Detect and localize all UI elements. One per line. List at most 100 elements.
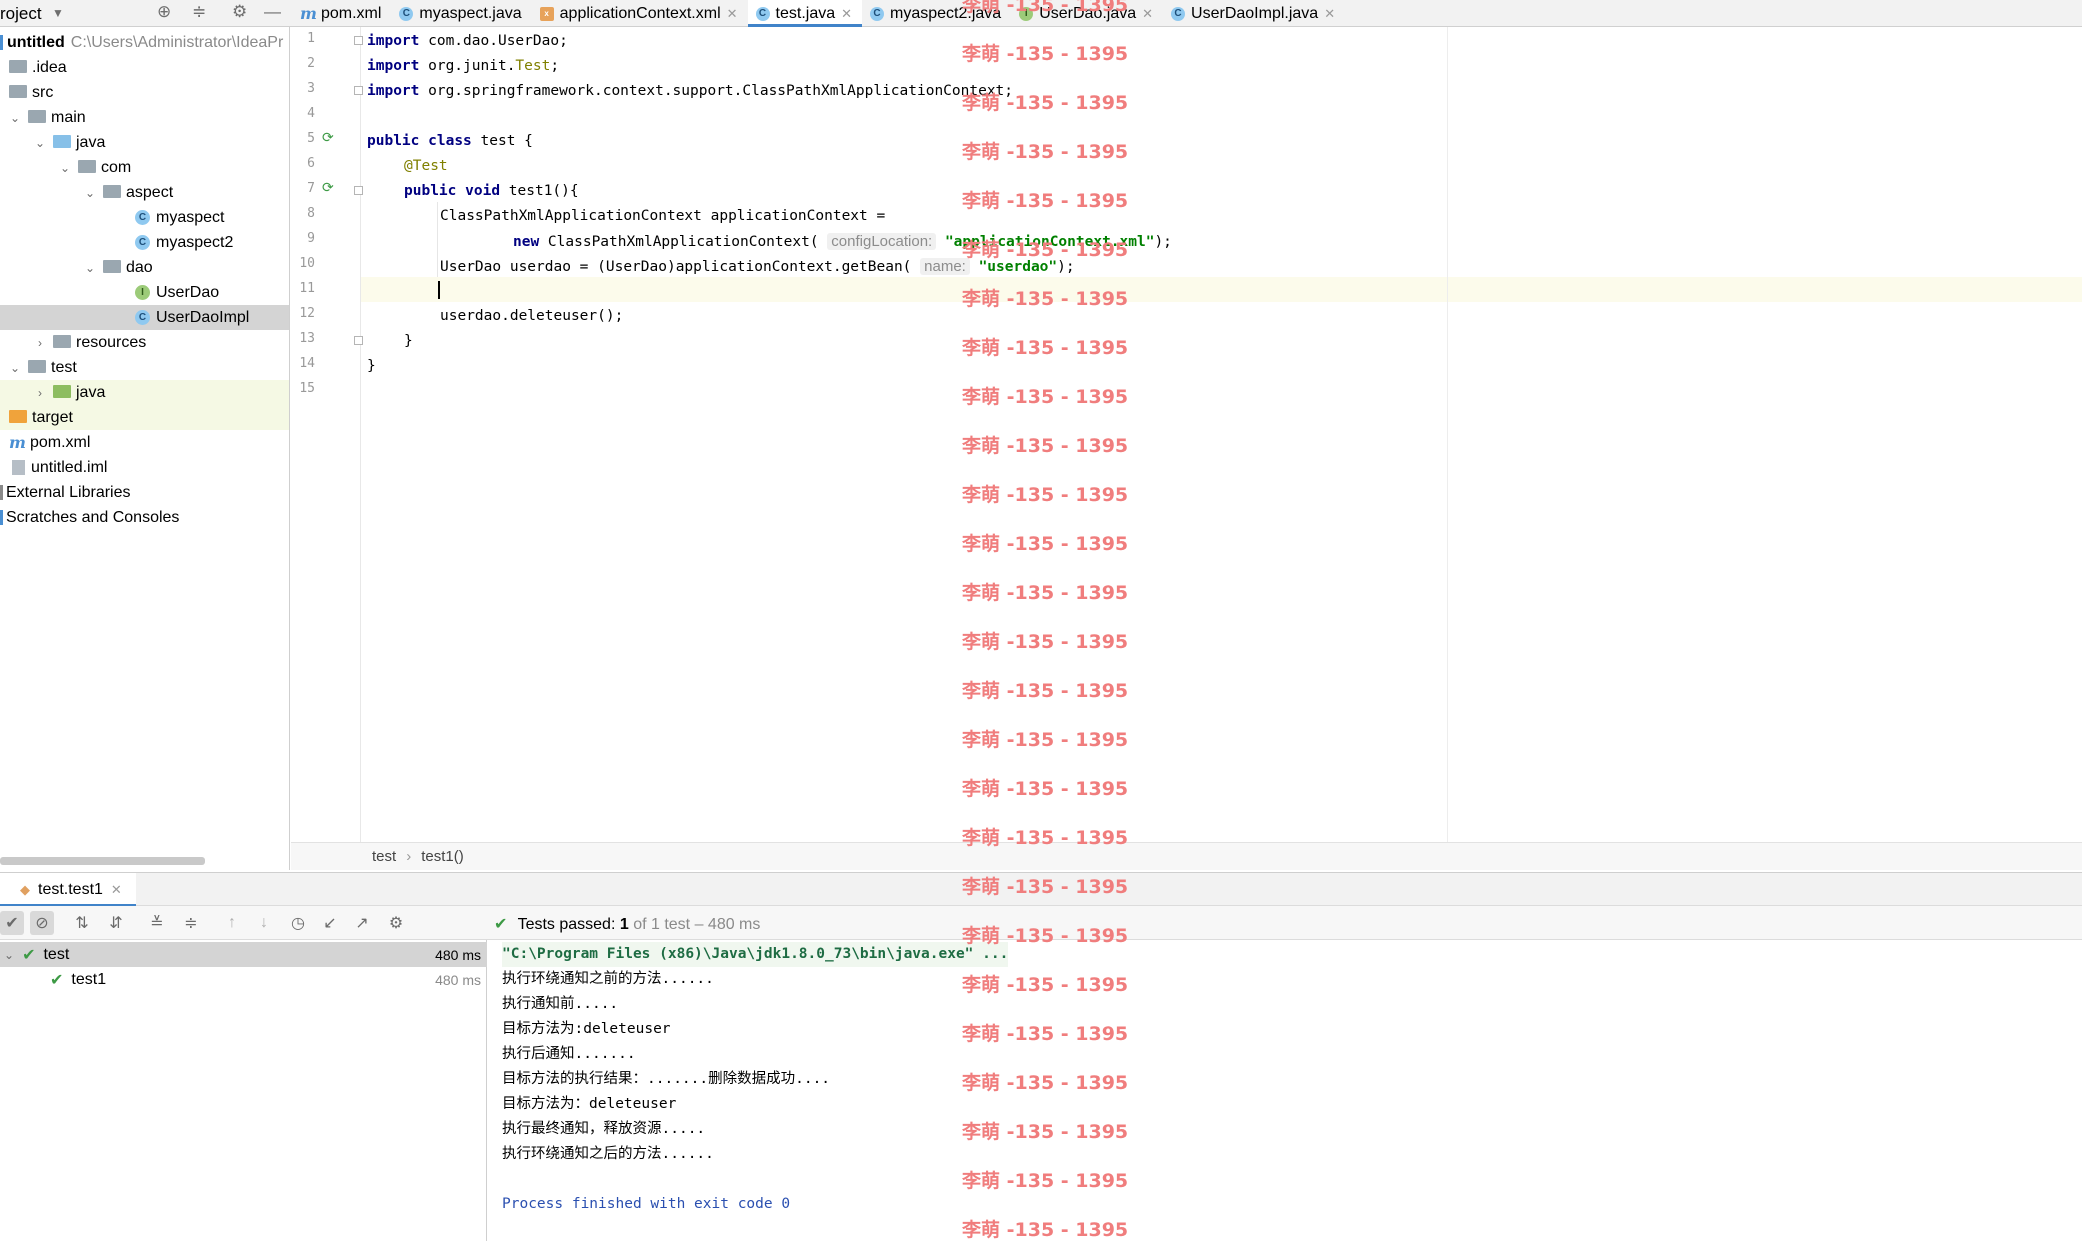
chevron-right-icon[interactable]: › bbox=[33, 336, 47, 350]
tree-item-test[interactable]: ⌄ test bbox=[0, 355, 289, 380]
fold-marker-icon[interactable] bbox=[354, 186, 363, 195]
tree-item-src[interactable]: src bbox=[0, 80, 289, 105]
folder-icon bbox=[9, 60, 27, 73]
class-icon: C bbox=[399, 6, 414, 21]
line-number: 11 bbox=[299, 281, 315, 296]
horizontal-scrollbar[interactable] bbox=[0, 857, 205, 865]
show-passed-icon[interactable]: ✔ bbox=[0, 911, 24, 935]
tree-item-idea[interactable]: .idea bbox=[0, 55, 289, 80]
annotation-text: Test bbox=[515, 58, 551, 74]
tree-item-label: java bbox=[76, 133, 106, 151]
close-icon[interactable]: ✕ bbox=[841, 6, 852, 22]
tree-item-label: resources bbox=[76, 333, 147, 351]
console-output[interactable]: "C:\Program Files (x86)\Java\jdk1.8.0_73… bbox=[488, 940, 2082, 1241]
console-line: 执行最终通知，释放资源..... bbox=[502, 1121, 706, 1137]
fold-marker-icon[interactable] bbox=[354, 336, 363, 345]
tab-application-context-xml[interactable]: x applicationContext.xml ✕ bbox=[532, 0, 748, 27]
status-suffix: of 1 test – 480 ms bbox=[633, 916, 761, 933]
tree-item-untitled-iml[interactable]: untitled.iml bbox=[0, 455, 289, 480]
close-icon[interactable]: ✕ bbox=[111, 882, 122, 898]
collapse-all-icon[interactable]: ≑ bbox=[192, 2, 206, 22]
tree-item-external-libraries[interactable]: External Libraries bbox=[0, 480, 289, 505]
tree-item-scratches[interactable]: Scratches and Consoles bbox=[0, 505, 289, 530]
tree-item-myaspect2[interactable]: C myaspect2 bbox=[0, 230, 289, 255]
chevron-down-icon[interactable]: ⌄ bbox=[8, 111, 22, 125]
line-number: 4 bbox=[307, 106, 315, 121]
line-number: 12 bbox=[299, 306, 315, 321]
tab-myaspect-java[interactable]: C myaspect.java bbox=[391, 0, 531, 27]
test-row-test[interactable]: ⌄ ✔ test 480 ms bbox=[0, 942, 487, 967]
test-row-test1[interactable]: ✔ test1 480 ms bbox=[0, 967, 487, 992]
line-number: 3 bbox=[307, 81, 315, 96]
project-view-selector[interactable]: roject bbox=[0, 4, 42, 24]
tree-item-main[interactable]: ⌄ main bbox=[0, 105, 289, 130]
class-icon: C bbox=[755, 6, 770, 21]
run-gutter-icon[interactable]: ⟳ bbox=[322, 129, 334, 146]
watermark-text: 李萌 -135 - 1395 bbox=[962, 190, 1129, 212]
tree-item-dao[interactable]: ⌄ dao bbox=[0, 255, 289, 280]
code-line: public void test1(){ bbox=[404, 179, 579, 204]
import-tests-icon[interactable]: ↙ bbox=[318, 911, 342, 935]
hide-panel-icon[interactable]: — bbox=[264, 2, 281, 22]
code-line: import org.springframework.context.suppo… bbox=[367, 79, 1013, 104]
code-line: public class test { bbox=[367, 129, 533, 154]
chevron-down-icon[interactable]: ⌄ bbox=[4, 948, 14, 962]
chevron-right-icon[interactable]: › bbox=[33, 386, 47, 400]
chevron-down-icon[interactable]: ⌄ bbox=[58, 161, 72, 175]
tree-item-pom[interactable]: m pom.xml bbox=[0, 430, 289, 455]
gear-icon[interactable]: ⚙ bbox=[232, 2, 247, 22]
show-ignored-icon[interactable]: ⊘ bbox=[30, 911, 54, 935]
sort-alphabetically-icon[interactable]: ⇅ bbox=[70, 911, 94, 935]
parameter-hint: configLocation: bbox=[827, 233, 937, 250]
close-icon[interactable]: ✕ bbox=[1324, 6, 1335, 22]
tab-test-java[interactable]: C test.java ✕ bbox=[747, 0, 863, 27]
breadcrumb-item[interactable]: test bbox=[372, 848, 396, 865]
fold-marker-icon[interactable] bbox=[354, 36, 363, 45]
tree-item-test-java[interactable]: › java bbox=[0, 380, 289, 405]
next-failed-icon[interactable]: ↓ bbox=[252, 911, 276, 935]
code-text: userdao.deleteuser(); bbox=[440, 308, 624, 324]
class-icon: C bbox=[870, 6, 885, 21]
tree-item-userdaoimpl[interactable]: C UserDaoImpl bbox=[0, 305, 289, 330]
close-icon[interactable]: ✕ bbox=[727, 6, 738, 22]
chevron-down-icon[interactable]: ⌄ bbox=[83, 186, 97, 200]
run-tab-test-test1[interactable]: ◆ test.test1 ✕ bbox=[0, 873, 136, 907]
chevron-down-icon[interactable]: ⌄ bbox=[83, 261, 97, 275]
tab-pom-xml[interactable]: m pom.xml bbox=[292, 0, 391, 27]
breadcrumb-item[interactable]: test1() bbox=[421, 848, 464, 865]
previous-failed-icon[interactable]: ↑ bbox=[220, 911, 244, 935]
chevron-down-icon[interactable]: ▼ bbox=[52, 6, 64, 20]
tree-item-target[interactable]: target bbox=[0, 405, 289, 430]
collapse-all-icon[interactable]: ≑ bbox=[179, 911, 203, 935]
gear-icon[interactable]: ⚙ bbox=[384, 911, 408, 935]
code-editor[interactable]: 1 2 3 4 5 6 7 8 9 10 11 12 13 14 15 ⟳ ⟳ … bbox=[291, 27, 2082, 842]
sort-by-duration-icon[interactable]: ⇵ bbox=[104, 911, 128, 935]
source-folder-icon bbox=[53, 135, 71, 148]
expand-all-icon[interactable]: ≚ bbox=[145, 911, 169, 935]
tree-item-aspect[interactable]: ⌄ aspect bbox=[0, 180, 289, 205]
tree-item-userdao[interactable]: I UserDao bbox=[0, 280, 289, 305]
tab-userdaoimpl-java[interactable]: C UserDaoImpl.java ✕ bbox=[1163, 0, 1345, 27]
export-results-icon[interactable]: ↗ bbox=[350, 911, 374, 935]
run-gutter-icon[interactable]: ⟳ bbox=[322, 179, 334, 196]
tree-item-myaspect[interactable]: C myaspect bbox=[0, 205, 289, 230]
chevron-down-icon[interactable]: ⌄ bbox=[33, 136, 47, 150]
history-icon[interactable]: ◷ bbox=[286, 911, 310, 935]
code-text: ClassPathXmlApplicationContext applicati… bbox=[440, 208, 886, 224]
close-icon[interactable]: ✕ bbox=[1142, 6, 1153, 22]
tree-item-resources[interactable]: › resources bbox=[0, 330, 289, 355]
tree-item-label: UserDao bbox=[156, 283, 220, 301]
test-name: test1 bbox=[71, 970, 107, 988]
console-line: 执行通知前..... bbox=[502, 996, 619, 1012]
text-caret bbox=[438, 281, 440, 299]
watermark-text: 李萌 -135 - 1395 bbox=[962, 925, 1129, 947]
tree-item-com[interactable]: ⌄ com bbox=[0, 155, 289, 180]
tree-item-label: UserDaoImpl bbox=[156, 308, 250, 326]
chevron-down-icon[interactable]: ⌄ bbox=[8, 361, 22, 375]
locate-target-icon[interactable]: ⊕ bbox=[157, 2, 171, 22]
tree-item-java[interactable]: ⌄ java bbox=[0, 130, 289, 155]
fold-marker-icon[interactable] bbox=[354, 86, 363, 95]
tree-item-untitled[interactable]: untitled C:\Users\Administrator\IdeaPr bbox=[0, 30, 289, 55]
watermark-text: 李萌 -135 - 1395 bbox=[962, 386, 1129, 408]
line-number: 1 bbox=[307, 31, 315, 46]
